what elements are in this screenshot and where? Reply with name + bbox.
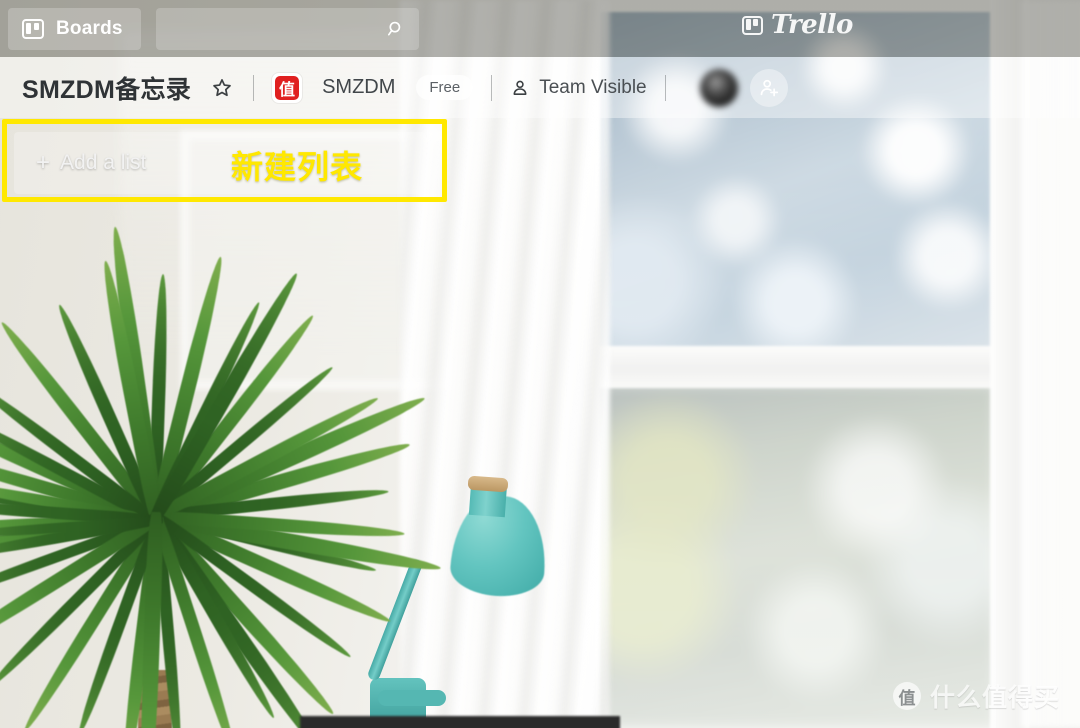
team-link[interactable]: 值 SMZDM Free bbox=[272, 72, 474, 103]
smzdm-logo-icon: 值 bbox=[272, 72, 303, 103]
add-member-icon bbox=[760, 79, 778, 96]
star-icon-glyph bbox=[213, 78, 231, 96]
board-canvas: + Add a list 新建列表 bbox=[0, 118, 1080, 728]
search-input[interactable] bbox=[155, 7, 419, 50]
add-a-list-button[interactable]: + Add a list bbox=[14, 132, 426, 194]
add-a-list-label: Add a list bbox=[60, 151, 147, 174]
header-divider-1 bbox=[253, 74, 255, 101]
board-title[interactable]: SMZDM备忘录 bbox=[22, 70, 191, 106]
boards-button[interactable]: Boards bbox=[8, 7, 141, 50]
trello-board-icon bbox=[22, 18, 44, 39]
avatar[interactable] bbox=[699, 68, 738, 107]
board-visibility-button[interactable]: Team Visible bbox=[510, 76, 647, 99]
header-divider-2 bbox=[491, 74, 493, 101]
annotation-label: 新建列表 bbox=[231, 148, 364, 186]
top-navigation-bar: Boards bbox=[0, 0, 1080, 57]
trello-board-page: Trello Boards SMZDM备忘录 值 SMZDM Free Team… bbox=[0, 0, 1080, 728]
boards-button-label: Boards bbox=[56, 17, 123, 39]
plus-icon: + bbox=[36, 149, 51, 176]
plan-badge: Free bbox=[416, 75, 474, 100]
nav-left-group: Boards bbox=[0, 7, 419, 50]
header-divider-3 bbox=[664, 74, 666, 101]
board-header-bar: SMZDM备忘录 值 SMZDM Free Team Visible bbox=[0, 57, 1080, 118]
star-icon[interactable] bbox=[209, 75, 235, 101]
smzdm-seal-glyph: 值 bbox=[275, 75, 300, 100]
team-name: SMZDM bbox=[322, 76, 396, 98]
board-visibility-label: Team Visible bbox=[539, 76, 647, 98]
search-box[interactable] bbox=[155, 7, 419, 50]
team-visibility-icon bbox=[513, 80, 527, 95]
add-member-button[interactable] bbox=[749, 68, 788, 107]
